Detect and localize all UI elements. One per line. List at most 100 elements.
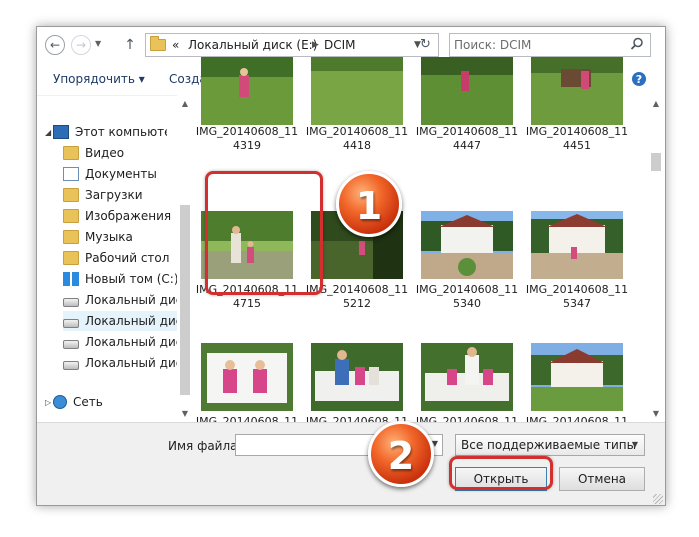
drive-icon (63, 361, 79, 370)
photo-thumbnail (201, 343, 293, 411)
breadcrumb-overflow[interactable]: « (172, 38, 179, 52)
photo-thumbnail (201, 57, 293, 125)
nav-item-music[interactable]: Музыка (63, 227, 177, 247)
file-open-dialog: ← → ▼ ↑ « Локальный диск (E:) ▶ DCIM ▼ ↻… (36, 26, 666, 506)
photo-thumbnail (531, 343, 623, 411)
file-tile[interactable]: IMG_20140608_11 4319 (193, 57, 301, 183)
windows-drive-icon (63, 271, 79, 286)
help-button[interactable]: ? (631, 71, 647, 90)
resize-grip[interactable] (653, 494, 663, 504)
downloads-folder-icon (63, 187, 79, 202)
open-button-highlight (449, 456, 553, 490)
nav-item-this-pc[interactable]: Этот компьютер (53, 122, 167, 142)
expand-computer-icon[interactable]: ◢ (45, 128, 51, 137)
photo-thumbnail (311, 57, 403, 125)
nav-item-drive-c[interactable]: Новый том (C:) (63, 269, 177, 289)
scroll-down-icon[interactable]: ▼ (177, 409, 193, 418)
nav-label: Локальный диск (85, 335, 177, 349)
breadcrumb-dcim[interactable]: DCIM (324, 38, 356, 52)
nav-label: Локальный диск (85, 356, 177, 370)
search-input[interactable] (454, 37, 624, 53)
nav-item-local-disk-2[interactable]: Локальный диск (63, 311, 177, 331)
nav-label: Музыка (85, 230, 133, 244)
drive-icon (63, 319, 79, 328)
filetype-select[interactable]: Все поддерживаемые типы ▼ (455, 434, 645, 456)
file-name: IMG_20140608_11 4447 (415, 125, 519, 152)
navigation-scrollbar[interactable]: ▲ ▼ (177, 95, 193, 422)
file-tile[interactable]: IMG_20140608_11 4447 (413, 57, 521, 183)
back-button[interactable]: ← (45, 35, 65, 55)
scrollbar-thumb[interactable] (180, 205, 190, 395)
address-bar[interactable]: « Локальный диск (E:) ▶ DCIM ▼ ↻ (145, 33, 439, 57)
file-tile[interactable]: IMG_20140608_11 5340 (413, 211, 521, 337)
desktop-folder-icon (63, 250, 79, 265)
computer-icon (53, 124, 69, 139)
nav-item-documents[interactable]: Документы (63, 164, 177, 184)
photo-thumbnail (531, 211, 623, 279)
svg-text:?: ? (636, 73, 642, 86)
filetype-value: Все поддерживаемые типы (461, 438, 637, 452)
navigation-pane: ◢ Этот компьютер Видео Документы Загрузк… (37, 95, 177, 423)
nav-item-downloads[interactable]: Загрузки (63, 185, 177, 205)
step-2-badge: 2 (368, 421, 434, 487)
file-name: IMG_20140608_11 5347 (525, 283, 629, 310)
nav-label: Локальный диск (85, 293, 177, 307)
documents-folder-icon (63, 166, 79, 181)
filename-label: Имя файла: (168, 439, 242, 453)
photo-thumbnail (421, 57, 513, 125)
nav-label: Рабочий стол (85, 251, 170, 265)
file-list-scrollbar[interactable]: ▲ ▼ (647, 95, 665, 422)
nav-label: Загрузки (85, 188, 143, 202)
video-folder-icon (63, 145, 79, 160)
nav-label: Изображения (85, 209, 172, 223)
file-tile[interactable]: IMG_20140608_11 5347 (523, 211, 631, 337)
file-name: IMG_20140608_11 4319 (195, 125, 299, 152)
search-icon (630, 37, 643, 50)
nav-item-desktop[interactable]: Рабочий стол (63, 248, 177, 268)
drive-icon (63, 340, 79, 349)
file-tile[interactable]: IMG_20140608_11 4451 (523, 57, 631, 183)
scroll-down-icon[interactable]: ▼ (648, 409, 664, 418)
file-name: IMG_20140608_11 4451 (525, 125, 629, 152)
file-name: IMG_20140608_11 4418 (305, 125, 409, 152)
nav-label: Новый том (C:) (85, 272, 177, 286)
selected-file-highlight (205, 171, 323, 295)
refresh-icon[interactable]: ↻ (420, 37, 436, 53)
nav-item-network[interactable]: Сеть (53, 392, 167, 412)
nav-item-local-disk-3[interactable]: Локальный диск (63, 332, 177, 352)
nav-label: Локальный диск (85, 314, 177, 328)
nav-label: Документы (85, 167, 157, 181)
step-1-badge: 1 (336, 171, 402, 237)
nav-item-local-disk-4[interactable]: Локальный диск (63, 353, 177, 373)
dialog-footer: Имя файла: ▼ Все поддерживаемые типы ▼ О… (37, 422, 665, 505)
breadcrumb-separator-icon[interactable]: ▶ (312, 40, 319, 50)
photo-thumbnail (421, 211, 513, 279)
file-name: IMG_20140608_11 5340 (415, 283, 519, 310)
nav-item-pictures[interactable]: Изображения (63, 206, 177, 226)
nav-item-video[interactable]: Видео (63, 143, 177, 163)
nav-label: Видео (85, 146, 125, 160)
chevron-down-icon: ▼ (631, 440, 638, 449)
scroll-up-icon[interactable]: ▲ (648, 99, 664, 108)
pictures-folder-icon (63, 208, 79, 223)
forward-button[interactable]: → (71, 35, 91, 55)
photo-thumbnail (421, 343, 513, 411)
photo-thumbnail (311, 343, 403, 411)
help-icon: ? (632, 72, 646, 86)
expand-network-icon[interactable]: ▷ (45, 398, 51, 407)
scroll-up-icon[interactable]: ▲ (177, 99, 193, 108)
breadcrumb-drive[interactable]: Локальный диск (E:) (188, 38, 317, 52)
cancel-button[interactable]: Отмена (559, 467, 645, 491)
file-tile[interactable]: IMG_20140608_11 4418 (303, 57, 411, 183)
photo-thumbnail (531, 57, 623, 125)
up-folder-button[interactable]: ↑ (123, 35, 137, 55)
nav-item-local-disk-1[interactable]: Локальный диск (63, 290, 177, 310)
organize-button[interactable]: Упорядочить ▾ (53, 72, 145, 86)
nav-label: Этот компьютер (75, 125, 167, 139)
network-icon (53, 394, 67, 409)
scrollbar-thumb[interactable] (651, 153, 661, 171)
search-box[interactable] (449, 33, 651, 57)
recent-locations-icon[interactable]: ▼ (95, 39, 101, 48)
nav-label: Сеть (73, 395, 103, 409)
music-folder-icon (63, 229, 79, 244)
